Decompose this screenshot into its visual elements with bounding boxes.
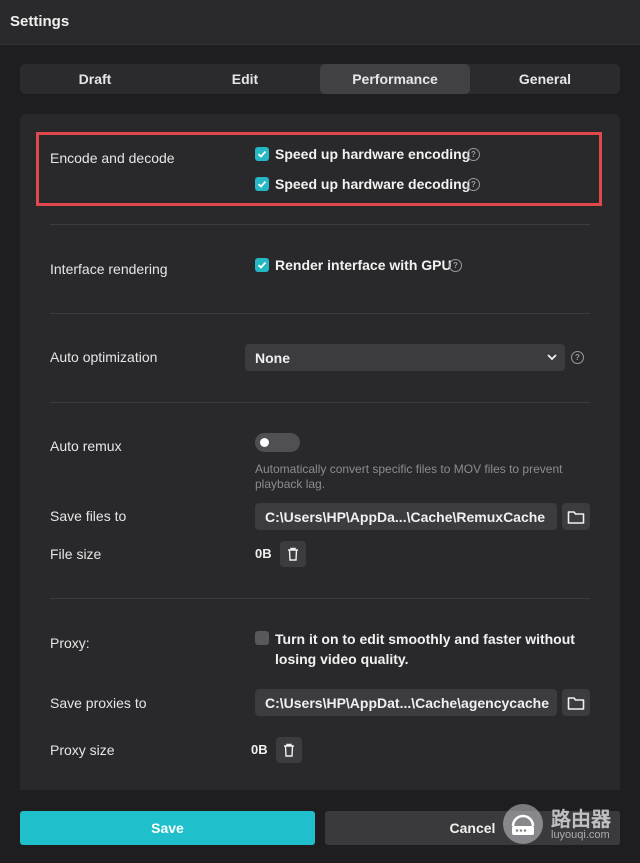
toggle-knob xyxy=(260,438,269,447)
proxy-option-label[interactable]: Turn it on to edit smoothly and faster w… xyxy=(275,629,575,669)
remux-path-value: C:\Users\HP\AppDa...\Cache\RemuxCache xyxy=(265,509,546,525)
gpu-render-checkbox[interactable] xyxy=(255,258,269,272)
trash-icon xyxy=(284,743,294,757)
auto-remux-label: Auto remux xyxy=(50,438,122,454)
tab-edit[interactable]: Edit xyxy=(170,64,320,94)
check-icon xyxy=(257,261,267,269)
help-icon[interactable]: ? xyxy=(571,351,584,364)
proxy-checkbox[interactable] xyxy=(255,631,269,645)
select-value: None xyxy=(255,350,290,366)
watermark-logo xyxy=(503,804,543,844)
router-icon xyxy=(511,814,535,835)
save-button[interactable]: Save xyxy=(20,811,315,845)
browse-folder-button[interactable] xyxy=(562,689,590,716)
settings-tabs: Draft Edit Performance General xyxy=(20,64,620,94)
tab-draft[interactable]: Draft xyxy=(20,64,170,94)
proxy-size-label: Proxy size xyxy=(50,742,115,758)
help-icon[interactable]: ? xyxy=(449,259,462,272)
remux-path-field[interactable]: C:\Users\HP\AppDa...\Cache\RemuxCache xyxy=(255,503,557,530)
divider xyxy=(50,402,590,403)
file-size-value: 0B xyxy=(255,546,272,561)
folder-icon xyxy=(567,510,585,524)
auto-remux-toggle[interactable] xyxy=(255,433,300,452)
hardware-decoding-label[interactable]: Speed up hardware decoding xyxy=(275,176,470,192)
hardware-encoding-checkbox[interactable] xyxy=(255,147,269,161)
divider xyxy=(50,313,590,314)
tab-general[interactable]: General xyxy=(470,64,620,94)
check-icon xyxy=(257,180,267,188)
window-title: Settings xyxy=(10,13,70,30)
browse-folder-button[interactable] xyxy=(562,503,590,530)
save-files-label: Save files to xyxy=(50,508,127,524)
title-bar: Settings xyxy=(0,0,640,45)
save-proxies-label: Save proxies to xyxy=(50,695,147,711)
proxy-size-value: 0B xyxy=(251,742,268,757)
auto-remux-hint: Automatically convert specific files to … xyxy=(255,462,563,491)
clear-cache-button[interactable] xyxy=(280,541,306,567)
proxy-path-value: C:\Users\HP\AppDat...\Cache\agencycache xyxy=(265,695,549,711)
divider xyxy=(50,224,590,225)
trash-icon xyxy=(288,547,298,561)
file-size-label: File size xyxy=(50,546,102,562)
gpu-render-label[interactable]: Render interface with GPU xyxy=(275,257,452,273)
tab-performance[interactable]: Performance xyxy=(320,64,470,94)
highlight-box xyxy=(36,132,602,206)
watermark-text: 路由器 xyxy=(551,809,611,831)
auto-optimization-label: Auto optimization xyxy=(50,349,158,365)
check-icon xyxy=(257,150,267,158)
watermark-url: luyouqi.com xyxy=(551,829,610,841)
help-icon[interactable]: ? xyxy=(467,178,480,191)
help-icon[interactable]: ? xyxy=(467,148,480,161)
auto-optimization-select[interactable]: None xyxy=(245,344,565,371)
clear-proxy-button[interactable] xyxy=(276,737,302,763)
hardware-encoding-label[interactable]: Speed up hardware encoding xyxy=(275,146,470,162)
divider xyxy=(50,598,590,599)
proxy-path-field[interactable]: C:\Users\HP\AppDat...\Cache\agencycache xyxy=(255,689,557,716)
proxy-label: Proxy: xyxy=(50,635,90,651)
chevron-down-icon xyxy=(547,354,557,361)
folder-icon xyxy=(567,696,585,710)
interface-rendering-label: Interface rendering xyxy=(50,261,168,277)
hardware-decoding-checkbox[interactable] xyxy=(255,177,269,191)
encode-decode-label: Encode and decode xyxy=(50,150,175,166)
